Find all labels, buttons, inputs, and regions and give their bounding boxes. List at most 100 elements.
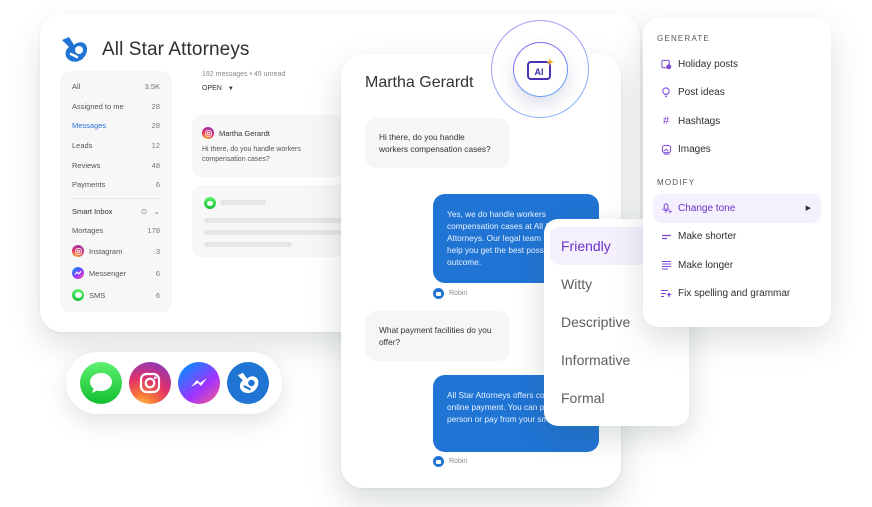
menu-item-label: Make shorter xyxy=(678,231,737,243)
instagram-icon[interactable] xyxy=(128,362,171,404)
ai-icon: AI xyxy=(526,57,554,80)
message-text: What payment facilities do you offer? xyxy=(379,325,492,347)
conversation-item[interactable]: Martha Gerardt Hi there, do you handle w… xyxy=(192,115,352,177)
message-author: Robin xyxy=(433,456,467,467)
submenu-arrow-icon: ▶ xyxy=(805,205,811,213)
sidebar-item-label: Instagram xyxy=(89,246,123,256)
sidebar-item-count: 6 xyxy=(155,290,160,300)
robot-avatar-icon xyxy=(433,456,444,467)
long-lines-icon xyxy=(660,259,672,271)
menu-item-holiday-posts[interactable]: Holiday posts xyxy=(653,50,821,79)
sms-icon[interactable] xyxy=(79,362,122,404)
short-lines-icon xyxy=(660,231,672,243)
messenger-icon[interactable] xyxy=(177,362,220,404)
sidebar-item-label: Payments xyxy=(72,180,106,190)
tone-option-informative[interactable]: Informative xyxy=(550,341,683,379)
sidebar-item-messages[interactable]: Messages 28 xyxy=(68,116,164,136)
sidebar-item-label: Leads xyxy=(72,141,93,151)
menu-item-hashtags[interactable]: # Hashtags xyxy=(653,107,821,136)
menu-item-label: Hashtags xyxy=(678,115,721,127)
sidebar-item-count: 3 xyxy=(155,246,160,256)
sidebar-item-leads[interactable]: Leads 12 xyxy=(68,136,164,156)
sidebar-item-instagram[interactable]: Instagram 3 xyxy=(68,240,164,262)
skeleton-line xyxy=(204,242,292,247)
sidebar-item-count: 6 xyxy=(155,268,160,278)
menu-item-images[interactable]: Images xyxy=(653,136,821,165)
sidebar-item-count: 178 xyxy=(147,225,160,235)
sidebar: All 3.5K Assigned to me 28 Messages 28 L… xyxy=(60,71,172,312)
incoming-message: Hi there, do you handle workers compensa… xyxy=(365,118,510,168)
menu-item-label: Fix spelling and grammar xyxy=(678,288,791,300)
generate-heading: GENERATE xyxy=(657,33,711,43)
ai-assistant-button[interactable]: AI xyxy=(513,42,568,97)
tone-icon xyxy=(660,202,672,214)
menu-item-change-tone[interactable]: Change tone ▶ xyxy=(653,194,821,223)
message-text: Hi there, do you handle workers compensa… xyxy=(379,132,491,154)
skeleton-line xyxy=(204,218,352,223)
sidebar-item-count: 28 xyxy=(151,121,160,131)
conversation-item-placeholder[interactable] xyxy=(192,185,352,257)
app-title: All Star Attorneys xyxy=(102,39,250,60)
menu-item-make-shorter[interactable]: Make shorter xyxy=(653,223,821,252)
sidebar-item-label: Assigned to me xyxy=(72,101,124,111)
chevron-down-icon[interactable]: ⌄ xyxy=(153,207,160,216)
smart-inbox-settings-icon[interactable]: ⊙ xyxy=(141,207,148,216)
inbox-list: 192 messages • 45 unread OPEN ▼ Martha G… xyxy=(192,71,352,257)
sidebar-item-count: 6 xyxy=(155,180,160,190)
smart-inbox-header[interactable]: Smart Inbox ⊙ ⌄ xyxy=(68,203,164,221)
sidebar-item-sms[interactable]: SMS 6 xyxy=(68,284,164,306)
sidebar-item-assigned[interactable]: Assigned to me 28 xyxy=(68,97,164,117)
instagram-icon xyxy=(202,127,214,139)
smart-inbox-label: Smart Inbox xyxy=(72,207,113,217)
menu-item-post-ideas[interactable]: Post ideas xyxy=(653,79,821,108)
sidebar-item-payments[interactable]: Payments 6 xyxy=(68,175,164,195)
author-name: Robin xyxy=(449,290,468,297)
instagram-icon xyxy=(72,245,84,258)
menu-item-make-longer[interactable]: Make longer xyxy=(653,251,821,280)
tone-option-formal[interactable]: Formal xyxy=(550,379,683,417)
image-icon xyxy=(660,144,672,156)
skeleton-line xyxy=(220,200,266,205)
sidebar-item-messenger[interactable]: Messenger 6 xyxy=(68,262,164,284)
spellcheck-icon xyxy=(660,288,672,300)
sidebar-item-count: 28 xyxy=(151,101,160,111)
messenger-icon xyxy=(72,267,84,280)
sms-icon xyxy=(72,289,84,302)
sidebar-item-label: Messenger xyxy=(89,268,127,278)
incoming-message: What payment facilities do you offer? xyxy=(365,311,510,361)
sidebar-item-label: Reviews xyxy=(72,160,101,170)
sidebar-item-mortages[interactable]: Mortages 178 xyxy=(68,221,164,241)
sidebar-item-reviews[interactable]: Reviews 48 xyxy=(68,155,164,175)
menu-item-fix-spelling[interactable]: Fix spelling and grammar xyxy=(653,280,821,309)
caret-down-icon: ▼ xyxy=(227,85,234,92)
status-filter-dropdown[interactable]: OPEN ▼ xyxy=(192,85,342,92)
modify-heading: MODIFY xyxy=(657,177,696,187)
status-filter-label: OPEN xyxy=(202,85,222,92)
chat-contact-name: Martha Gerardt xyxy=(365,74,474,91)
hashtag-icon: # xyxy=(662,115,670,128)
sidebar-divider xyxy=(70,197,162,199)
sidebar-item-count: 3.5K xyxy=(144,82,160,92)
sidebar-item-label: Messages xyxy=(72,121,107,131)
svg-text:AI: AI xyxy=(534,67,543,77)
conversation-contact-name: Martha Gerardt xyxy=(219,128,270,138)
menu-item-label: Images xyxy=(678,144,711,156)
sidebar-item-count: 48 xyxy=(151,160,160,170)
menu-item-label: Post ideas xyxy=(678,87,725,99)
channel-icons-pill xyxy=(66,352,282,414)
sms-icon xyxy=(204,197,216,209)
calendar-icon xyxy=(660,58,672,70)
ai-actions-menu: GENERATE Holiday posts Post ideas # Hash… xyxy=(643,18,831,327)
brand-logo-icon xyxy=(62,37,88,62)
menu-item-label: Holiday posts xyxy=(678,58,739,70)
robot-avatar-icon xyxy=(433,288,444,299)
sidebar-item-all[interactable]: All 3.5K xyxy=(68,77,164,97)
sidebar-item-label: All xyxy=(72,82,81,92)
sidebar-item-label: SMS xyxy=(89,290,106,300)
author-name: Robin xyxy=(449,458,468,465)
brand-logo-icon[interactable] xyxy=(226,362,269,404)
message-author: Robin xyxy=(433,288,467,299)
inbox-meta: 192 messages • 45 unread xyxy=(202,71,286,78)
conversation-preview: Hi there, do you handle workers compensa… xyxy=(202,146,301,163)
brand-header: All Star Attorneys xyxy=(60,36,250,64)
